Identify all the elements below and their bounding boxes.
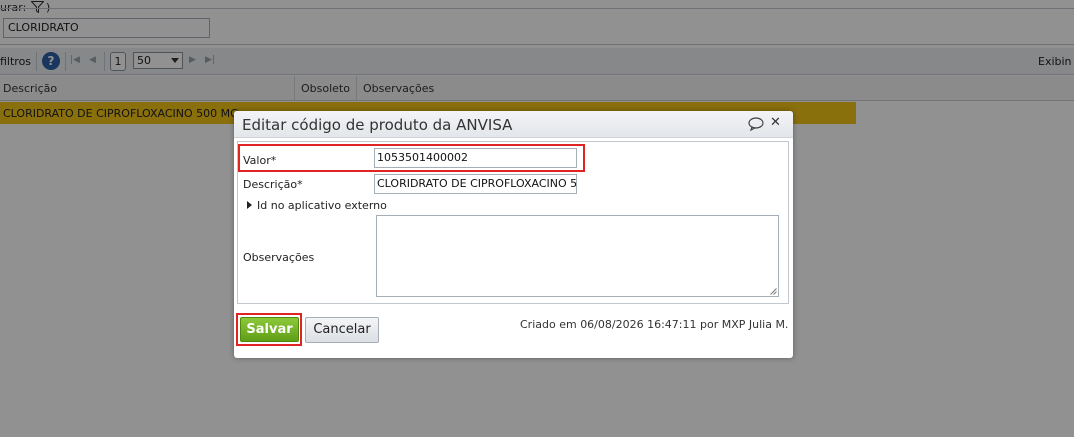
descricao-label: Descrição* — [243, 178, 303, 191]
comment-icon[interactable] — [748, 117, 764, 131]
edit-anvisa-dialog: Editar código de produto da ANVISA ✕ Val… — [234, 111, 793, 358]
highlight-box — [238, 144, 585, 172]
expander-label: Id no aplicativo externo — [257, 199, 387, 212]
save-button[interactable]: Salvar — [240, 317, 299, 342]
dialog-title: Editar código de produto da ANVISA — [242, 116, 513, 134]
cancel-button[interactable]: Cancelar — [305, 317, 379, 343]
dialog-header: Editar código de produto da ANVISA ✕ — [234, 111, 793, 138]
expand-arrow-icon — [247, 201, 252, 209]
observacoes-label: Observações — [243, 251, 315, 264]
created-info: Criado em 06/08/2026 16:47:11 por MXP Ju… — [520, 318, 789, 331]
dialog-form: Valor* 1053501400002 Descrição* CLORIDRA… — [237, 141, 789, 304]
external-id-expander[interactable]: Id no aplicativo externo — [247, 199, 387, 212]
resize-grip-icon[interactable] — [770, 288, 777, 295]
close-icon[interactable]: ✕ — [770, 115, 781, 130]
descricao-input[interactable]: CLORIDRATO DE CIPROFLOXACINO 5 — [374, 174, 577, 194]
observacoes-textarea[interactable] — [376, 215, 779, 297]
